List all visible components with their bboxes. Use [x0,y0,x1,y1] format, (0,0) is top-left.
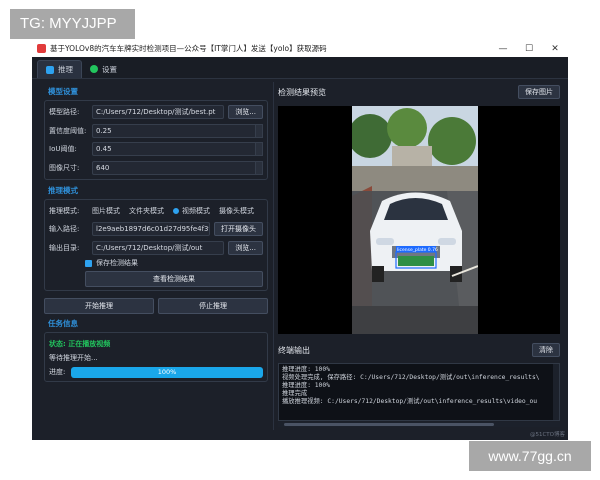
inference-tab-icon [46,65,54,74]
app-window: 基于YOLOv8的汽车车牌实时检测项目—公众号【IT掌门人】发送【yolo】获取… [32,40,568,440]
start-inference-button[interactable]: 开始推理 [44,298,154,314]
terminal-output[interactable]: 推理进度: 100% 视频处理完成, 保存路径: C:/Users/712/De… [278,363,560,421]
watermark-top: TG: MYYJJPP [10,9,135,39]
save-results-checkbox[interactable]: 保存检测结果 [85,258,263,268]
conf-input[interactable]: 0.25 [92,123,255,138]
checkbox-checked-icon [85,259,92,267]
tab-settings[interactable]: 设置 [82,60,125,78]
img-size-spinbox[interactable]: 640 [92,160,263,175]
mode-folder-label: 文件夹模式 [129,206,164,215]
terminal-line: 推理进度: 100% [282,382,330,389]
preview-title: 检测结果预览 [278,87,326,97]
conf-label: 置信度阈值: [49,126,87,135]
stop-inference-button[interactable]: 停止推理 [158,298,268,314]
maximize-button[interactable]: ☐ [516,44,542,54]
terminal-vertical-scrollbar[interactable] [553,364,559,420]
waiting-text: 等待推理开始... [49,354,98,362]
output-dir-input[interactable]: C:/Users/712/Desktop/测试/out [92,240,225,255]
iou-spinbox[interactable]: 0.45 [92,142,263,156]
save-results-label: 保存检测结果 [96,259,138,267]
terminal-line: 推理完成 [282,390,308,397]
progress-text: 100% [157,367,177,376]
conf-spinbox[interactable]: 0.25 [92,123,263,138]
model-section-title: 模型设置 [48,87,78,96]
car-photo-illustration: license_plate 0.76 [352,106,478,334]
close-button[interactable]: ✕ [542,44,568,54]
iou-input[interactable]: 0.45 [92,142,255,156]
detection-frame-image: license_plate 0.76 [352,106,478,334]
model-path-input[interactable]: C:/Users/712/Desktop/测试/best.pt [92,105,225,119]
open-camera-button[interactable]: 打开摄像头 [214,222,263,236]
view-results-button[interactable]: 查看检测结果 [85,271,263,287]
title-bar: 基于YOLOv8的汽车车牌实时检测项目—公众号【IT掌门人】发送【yolo】获取… [32,40,568,57]
inference-section-title: 推理模式 [48,185,78,195]
clear-terminal-button[interactable]: 清除 [532,343,560,357]
iou-spin-arrows[interactable] [255,142,263,156]
right-panel: 检测结果预览 保存图片 license_plate 0.76 终端输出 清除 推… [278,82,560,427]
app-icon [37,44,46,53]
input-path-label: 输入路径: [49,225,80,233]
terminal-horizontal-scrollbar[interactable] [278,422,560,427]
output-browse-button[interactable]: 浏览... [228,240,263,255]
terminal-line: 推理进度: 100% [282,366,330,373]
mode-image-label: 图片模式 [92,206,120,215]
img-size-spin-arrows[interactable] [255,160,263,175]
model-settings-group: 模型路径: C:/Users/712/Desktop/测试/best.pt 浏览… [44,100,268,180]
tab-inference-label: 推理 [58,65,73,74]
detection-label: license_plate 0.76 [397,247,438,253]
save-image-button[interactable]: 保存图片 [518,85,560,99]
terminal-title: 终端输出 [278,345,310,355]
img-size-input[interactable]: 640 [92,160,255,175]
panel-divider[interactable] [273,82,274,430]
run-controls: 开始推理 停止推理 [44,298,268,314]
mode-camera-label: 摄像头模式 [219,206,254,215]
mode-label: 推理模式: [49,206,80,215]
watermark-bottom: www.77gg.cn [469,441,591,471]
output-dir-label: 输出目录: [49,243,80,252]
window-title: 基于YOLOv8的汽车车牌实时检测项目—公众号【IT掌门人】发送【yolo】获取… [50,44,327,53]
mode-video-label: 视频模式 [182,206,210,215]
progress-label: 进度: [49,368,66,376]
terminal-line: 播放推理视频: C:/Users/712/Desktop/测试/out\infe… [282,398,538,405]
scrollbar-thumb[interactable] [284,423,494,426]
progress-bar: 100% [71,366,263,378]
mode-camera-radio[interactable]: 摄像头模式 [219,206,254,216]
mode-image-radio[interactable]: 图片模式 [92,206,120,216]
mode-video-radio[interactable]: 视频模式 [173,206,210,216]
mode-folder-radio[interactable]: 文件夹模式 [129,206,164,216]
tab-settings-label: 设置 [102,64,117,74]
conf-spin-arrows[interactable] [255,123,263,138]
corner-watermark: @51CTO博客 [529,432,565,438]
status-text: 状态: 正在播放视频 [49,340,111,348]
iou-label: IoU阈值: [49,145,77,153]
inference-mode-group: 推理模式: 图片模式 文件夹模式 视频模式 摄像头模式 输入路径: l2e9ae… [44,198,268,291]
settings-tab-icon [90,65,98,73]
model-path-label: 模型路径: [49,108,80,116]
model-browse-button[interactable]: 浏览... [228,105,263,119]
tab-bar: 推理 设置 [32,57,568,79]
preview-area: license_plate 0.76 [278,106,560,334]
input-path-input[interactable]: l2e9aeb1897d6c01d27d95fe4f3f5.mp4 [92,222,210,236]
tab-inference[interactable]: 推理 [37,60,82,78]
task-section-title: 任务信息 [48,319,78,328]
left-panel: 模型设置 模型路径: C:/Users/712/Desktop/测试/best.… [44,82,268,427]
img-size-label: 图像尺寸: [49,163,80,172]
radio-selected-icon [173,207,179,214]
terminal-line: 视频处理完成, 保存路径: C:/Users/712/Desktop/测试/ou… [282,374,540,381]
task-info-group: 状态: 正在播放视频 等待推理开始... 进度: 100% [44,332,268,382]
minimize-button[interactable]: — [490,44,516,54]
